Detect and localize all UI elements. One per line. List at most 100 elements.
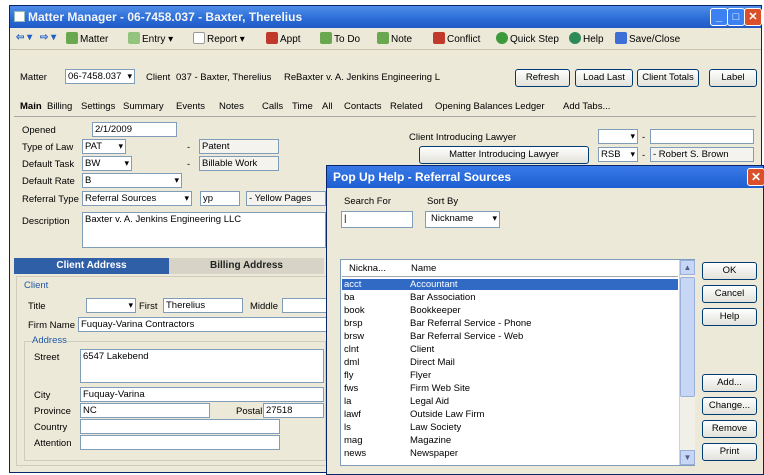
- entry-button[interactable]: Entry ▾: [128, 32, 173, 45]
- report-button[interactable]: Report ▾: [193, 32, 245, 45]
- tab-settings[interactable]: Settings: [81, 101, 115, 112]
- opened-field[interactable]: 2/1/2009: [92, 122, 177, 137]
- postal-field[interactable]: 27518: [263, 403, 324, 418]
- cancel-button[interactable]: Cancel: [702, 285, 757, 303]
- popup-titlebar[interactable]: Pop Up Help - Referral Sources ✕: [327, 166, 764, 188]
- todo-icon: [320, 32, 332, 44]
- tab-notes[interactable]: Notes: [219, 101, 244, 112]
- list-item[interactable]: dml Direct Mail: [342, 357, 678, 368]
- tab-opening-balances[interactable]: Opening Balances: [435, 101, 513, 112]
- list-item[interactable]: lawf Outside Law Firm: [342, 409, 678, 420]
- help-button[interactable]: Help: [569, 32, 604, 45]
- list-item[interactable]: news Newspaper: [342, 448, 678, 459]
- quickstep-button[interactable]: Quick Step: [496, 32, 559, 45]
- scroll-down-icon[interactable]: ▼: [680, 450, 695, 465]
- col-nickname-header[interactable]: Nickna...: [349, 263, 386, 274]
- add-button[interactable]: Add...: [702, 374, 757, 392]
- appt-button[interactable]: Appt: [266, 32, 301, 45]
- mil-select[interactable]: RSB: [598, 147, 638, 162]
- window-titlebar[interactable]: Matter Manager - 06-7458.037 - Baxter, T…: [10, 6, 762, 28]
- tab-summary[interactable]: Summary: [123, 101, 164, 112]
- list-item[interactable]: book Bookkeeper: [342, 305, 678, 316]
- forward-icon[interactable]: ⇨ ▾: [40, 32, 56, 43]
- tab-billing[interactable]: Billing: [47, 101, 72, 112]
- matter-select[interactable]: 06-7458.037: [65, 69, 135, 84]
- list-item[interactable]: la Legal Aid: [342, 396, 678, 407]
- saveclose-button[interactable]: Save/Close: [615, 32, 680, 45]
- label-button[interactable]: Label: [709, 69, 757, 87]
- load-last-button[interactable]: Load Last: [575, 69, 633, 87]
- change-button[interactable]: Change...: [702, 397, 757, 415]
- tab-calls[interactable]: Calls: [262, 101, 283, 112]
- list-item[interactable]: acct Accountant: [342, 279, 678, 290]
- conflict-button[interactable]: Conflict: [433, 32, 480, 45]
- list-item[interactable]: clnt Client: [342, 344, 678, 355]
- list-item[interactable]: ls Law Society: [342, 422, 678, 433]
- minimize-button[interactable]: _: [710, 8, 728, 26]
- back-icon[interactable]: ⇦ ▾: [16, 32, 32, 43]
- tab-time[interactable]: Time: [292, 101, 313, 112]
- popup-close-button[interactable]: ✕: [747, 168, 764, 186]
- tab-client-address[interactable]: Client Address: [14, 258, 169, 274]
- scroll-thumb[interactable]: [680, 277, 695, 397]
- search-input[interactable]: |: [341, 211, 413, 228]
- remove-button[interactable]: Remove: [702, 420, 757, 438]
- tab-related[interactable]: Related: [390, 101, 423, 112]
- note-button[interactable]: Note: [377, 32, 412, 45]
- cil-select[interactable]: [598, 129, 638, 144]
- referral-list[interactable]: Nickna... Name acct Accountant ba Bar Assoc…: [340, 259, 695, 466]
- popup-help-button[interactable]: Help: [702, 308, 757, 326]
- list-item[interactable]: brsp Bar Referral Service - Phone: [342, 318, 678, 329]
- typeoflaw-select[interactable]: PAT: [82, 139, 126, 154]
- todo-button[interactable]: To Do: [320, 32, 360, 45]
- list-item[interactable]: fws Firm Web Site: [342, 383, 678, 394]
- matter-icon: [66, 32, 78, 44]
- tab-contacts[interactable]: Contacts: [344, 101, 382, 112]
- list-item[interactable]: brsw Bar Referral Service - Web: [342, 331, 678, 342]
- ok-button[interactable]: OK: [702, 262, 757, 280]
- list-item-nickname: fws: [344, 383, 359, 394]
- tab-billing-address[interactable]: Billing Address: [169, 258, 324, 274]
- report-icon: [193, 32, 205, 44]
- list-item[interactable]: mag Magazine: [342, 435, 678, 446]
- tab-events[interactable]: Events: [176, 101, 205, 112]
- title-select[interactable]: [86, 298, 136, 313]
- city-label: City: [34, 390, 51, 401]
- list-item-name: Direct Mail: [410, 357, 455, 368]
- country-field[interactable]: [80, 419, 280, 434]
- client-totals-button[interactable]: Client Totals: [637, 69, 699, 87]
- maximize-button[interactable]: □: [727, 8, 745, 26]
- tab-ledger[interactable]: Ledger: [515, 101, 545, 112]
- firmname-field[interactable]: Fuquay-Varina Contractors: [78, 317, 327, 332]
- print-button[interactable]: Print: [702, 443, 757, 461]
- calendar-icon: [266, 32, 278, 44]
- middle-field[interactable]: [282, 298, 327, 313]
- description-field[interactable]: Baxter v. A. Jenkins Engineering LLC: [82, 212, 326, 248]
- referraltype-select[interactable]: Referral Sources: [82, 191, 192, 206]
- dash-sep: -: [187, 159, 191, 170]
- scroll-up-icon[interactable]: ▲: [680, 260, 695, 275]
- defaultrate-select[interactable]: B: [82, 173, 182, 188]
- refresh-button[interactable]: Refresh: [515, 69, 570, 87]
- sortby-select[interactable]: Nickname: [425, 211, 500, 228]
- tab-add-tabs[interactable]: Add Tabs...: [563, 101, 610, 112]
- defaulttask-desc: Billable Work: [199, 156, 279, 171]
- close-button[interactable]: ✕: [744, 8, 762, 26]
- tab-main[interactable]: Main: [20, 101, 42, 112]
- first-field[interactable]: Therelius: [163, 298, 243, 313]
- col-name-header[interactable]: Name: [411, 263, 436, 274]
- list-scrollbar[interactable]: ▲ ▼: [679, 260, 695, 465]
- city-field[interactable]: Fuquay-Varina: [80, 387, 324, 402]
- attention-field[interactable]: [80, 435, 280, 450]
- province-field[interactable]: NC: [80, 403, 210, 418]
- defaulttask-select[interactable]: BW: [82, 156, 132, 171]
- list-item[interactable]: fly Flyer: [342, 370, 678, 381]
- list-item[interactable]: ba Bar Association: [342, 292, 678, 303]
- street-field[interactable]: 6547 Lakebend: [80, 349, 324, 383]
- matter-button[interactable]: Matter: [66, 32, 108, 45]
- referral-code-field[interactable]: yp: [200, 191, 240, 206]
- popup-title: Pop Up Help - Referral Sources: [333, 170, 512, 184]
- tab-all[interactable]: All: [322, 101, 333, 112]
- entry-icon: [128, 32, 140, 44]
- mil-button[interactable]: Matter Introducing Lawyer: [419, 146, 589, 164]
